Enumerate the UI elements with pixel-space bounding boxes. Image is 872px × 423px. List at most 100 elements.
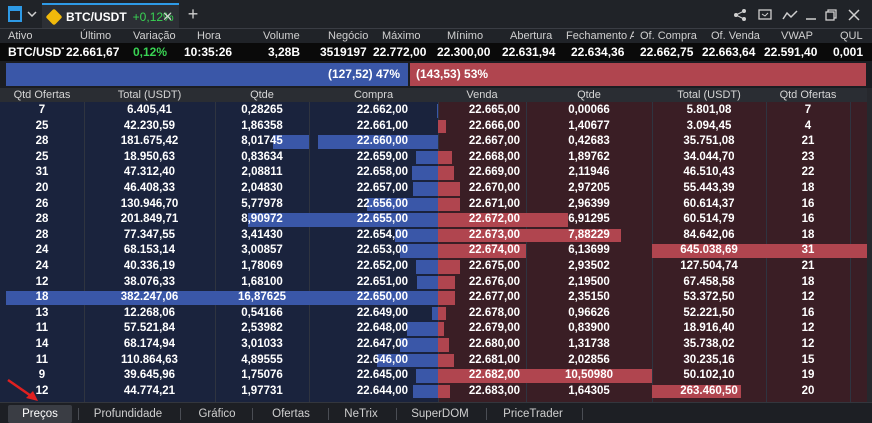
tab-separator	[328, 408, 329, 420]
ask-qty-cell: 0,83900	[568, 322, 610, 335]
book-row[interactable]: 28 77.347,55 3,41430 22.654,00 22.673,00 7,88…	[0, 228, 867, 244]
quote-col-hora[interactable]: Hora	[197, 29, 237, 43]
ask-qty-cell: 0,96626	[568, 306, 610, 319]
quote-col-maximo[interactable]: Máximo	[382, 29, 432, 43]
quote-col-volume[interactable]: Volume	[263, 29, 313, 43]
ask-price-cell: 22.676,00	[468, 275, 520, 288]
share-icon[interactable]	[732, 7, 748, 23]
quote-col-of-venda[interactable]: Of. Venda	[711, 29, 761, 43]
bid-price-cell: 22.644,00	[356, 384, 408, 397]
bid-price-cell: 22.656,00	[356, 197, 408, 210]
bid-depth-bar	[413, 384, 438, 399]
book-row[interactable]: 12 38.076,33 1,68100 22.651,00 22.676,00 2,19…	[0, 275, 867, 291]
ask-price-cell: 22.670,00	[468, 182, 520, 194]
book-row[interactable]: 11 57.521,84 2,53982 22.648,00 22.679,00 0,83…	[0, 321, 867, 337]
ask-total-cell: 53.372,50	[683, 291, 735, 304]
window-title-bar: BTC/USDT +0,12% ✕ +	[0, 0, 872, 29]
ask-qty-cell: 2,96399	[568, 197, 610, 210]
bid-offers-cell: 11	[35, 322, 49, 335]
bid-qty-cell: 1,68100	[241, 275, 283, 288]
book-row[interactable]: 11 110.864,63 4,89555 22.646,00 22.681,00 2,0…	[0, 353, 867, 369]
order-book-table[interactable]: 7 6.405,41 0,28265 22.662,00 22.665,00 0,0006…	[0, 102, 867, 402]
book-row[interactable]: 12 44.774,21 1,97731 22.644,00 22.683,00 1,64…	[0, 384, 867, 400]
minimize-icon[interactable]	[803, 7, 819, 23]
ask-offers-cell: 23	[801, 150, 815, 163]
quote-col-ultimo[interactable]: Último	[80, 29, 120, 43]
book-col-ask-price[interactable]: Venda	[438, 88, 526, 102]
quote-col-minimo[interactable]: Mínimo	[447, 29, 497, 43]
quote-header-row: Ativo Último Variação Hora Volume Negóci…	[0, 29, 872, 43]
bid-offers-cell: 28	[35, 213, 49, 226]
book-row[interactable]: 28 201.849,71 8,90972 22.655,00 22.672,00 6,9…	[0, 212, 867, 228]
ask-price-cell: 22.679,00	[468, 322, 520, 335]
quote-col-fechamento[interactable]: Fechamento A	[566, 29, 634, 43]
tab-grafico[interactable]: Gráfico	[184, 405, 250, 423]
quote-values-row[interactable]: BTC/USDT 22.661,67 0,12% 10:35:26 3,28B …	[0, 43, 872, 61]
restore-icon[interactable]	[823, 7, 839, 23]
book-row[interactable]: 18 382.247,06 16,87625 22.650,00 22.677,00 2,…	[0, 290, 867, 306]
book-row[interactable]: 20 46.408,33 2,04830 22.657,00 22.670,00 2,97…	[0, 181, 867, 197]
bid-price-cell: 22.660,00	[356, 135, 408, 148]
quote-val-maximo: 22.772,00	[373, 45, 427, 59]
bid-offers-cell: 26	[35, 197, 49, 210]
bid-total-cell: 44.774,21	[123, 384, 176, 397]
tab-superdom[interactable]: SuperDOM	[400, 405, 480, 423]
bid-offers-cell: 25	[35, 119, 49, 132]
book-row[interactable]: 9 39.645,96 1,75076 22.645,00 22.682,00 10,50…	[0, 368, 867, 384]
bid-price-cell: 22.654,00	[356, 228, 408, 241]
book-col-bid-price[interactable]: Compra	[309, 88, 438, 102]
symbol-tab[interactable]: BTC/USDT +0,12% ✕	[42, 3, 179, 28]
ask-qty-cell: 2,02856	[568, 353, 610, 366]
quote-col-qul[interactable]: QUL	[840, 29, 870, 43]
quote-col-negocio[interactable]: Negócio	[328, 29, 378, 43]
bid-offers-cell: 18	[35, 291, 49, 304]
book-col-ask-qty[interactable]: Qtde	[526, 88, 652, 102]
chart-trend-icon[interactable]	[781, 7, 799, 23]
book-col-bid-total[interactable]: Total (USDT)	[84, 88, 215, 102]
quote-col-of-compra[interactable]: Of. Compra	[640, 29, 700, 43]
bid-offers-cell: 7	[38, 104, 46, 116]
book-col-ask-offers[interactable]: Qtd Ofertas	[766, 88, 850, 102]
ask-qty-cell: 1,40677	[568, 119, 610, 132]
ask-qty-cell: 6,13699	[568, 244, 610, 257]
add-tab-button[interactable]: +	[184, 4, 202, 24]
book-col-ask-total[interactable]: Total (USDT)	[652, 88, 766, 102]
tab-precos[interactable]: Preços	[8, 405, 72, 423]
book-row[interactable]: 28 181.675,42 8,01745 22.660,00 22.667,00 0,4…	[0, 134, 867, 150]
quote-col-abertura[interactable]: Abertura	[510, 29, 560, 43]
bid-offers-cell: 24	[35, 260, 49, 272]
window-layout-icon[interactable]	[7, 6, 23, 22]
bid-offers-cell: 28	[35, 228, 49, 241]
tab-netrix[interactable]: NeTrix	[332, 405, 390, 423]
close-tab-icon[interactable]: ✕	[162, 9, 173, 25]
close-icon[interactable]	[846, 7, 862, 23]
bid-price-cell: 22.662,00	[356, 104, 408, 116]
ask-price-cell: 22.673,00	[468, 228, 520, 241]
screen-icon[interactable]	[757, 7, 773, 23]
book-col-bid-offers[interactable]: Qtd Ofertas	[0, 88, 84, 102]
book-row[interactable]: 13 12.268,06 0,54166 22.649,00 22.678,00 0,96…	[0, 306, 867, 322]
tab-ofertas[interactable]: Ofertas	[256, 405, 326, 423]
bid-qty-cell: 1,97731	[241, 384, 283, 397]
book-row[interactable]: 25 42.230,59 1,86358 22.661,00 22.666,00 1,40…	[0, 119, 867, 135]
book-row[interactable]: 24 68.153,14 3,00857 22.653,00 22.674,00 6,13…	[0, 243, 867, 259]
ask-offers-cell: 21	[801, 135, 815, 148]
tab-profundidade[interactable]: Profundidade	[82, 405, 174, 423]
book-row[interactable]: 14 68.174,94 3,01033 22.647,00 22.680,00 1,31…	[0, 337, 867, 353]
tab-pricetrader[interactable]: PriceTrader	[490, 405, 576, 423]
vertical-scrollbar[interactable]	[867, 88, 872, 402]
quote-col-vwap[interactable]: VWAP	[781, 29, 821, 43]
book-row[interactable]: 26 130.946,70 5,77978 22.656,00 22.671,00 2,9…	[0, 197, 867, 213]
book-row[interactable]: 31 47.312,40 2,08811 22.658,00 22.669,00 2,11…	[0, 165, 867, 181]
bid-balance-label: (127,52) 47%	[327, 67, 400, 81]
quote-col-ativo[interactable]: Ativo	[8, 29, 58, 43]
book-col-bid-qty[interactable]: Qtde	[215, 88, 309, 102]
bid-total-cell: 68.153,14	[123, 244, 176, 257]
quote-col-variacao[interactable]: Variação	[133, 29, 183, 43]
ask-total-cell: 52.221,50	[683, 306, 735, 319]
book-row[interactable]: 7 6.405,41 0,28265 22.662,00 22.665,00 0,0006…	[0, 103, 867, 119]
book-row[interactable]: 25 18.950,63 0,83634 22.659,00 22.668,00 1,89…	[0, 150, 867, 166]
chevron-down-icon[interactable]	[25, 7, 39, 21]
bid-depth-bar	[415, 369, 438, 383]
book-row[interactable]: 24 40.336,19 1,78069 22.652,00 22.675,00 2,93…	[0, 259, 867, 275]
